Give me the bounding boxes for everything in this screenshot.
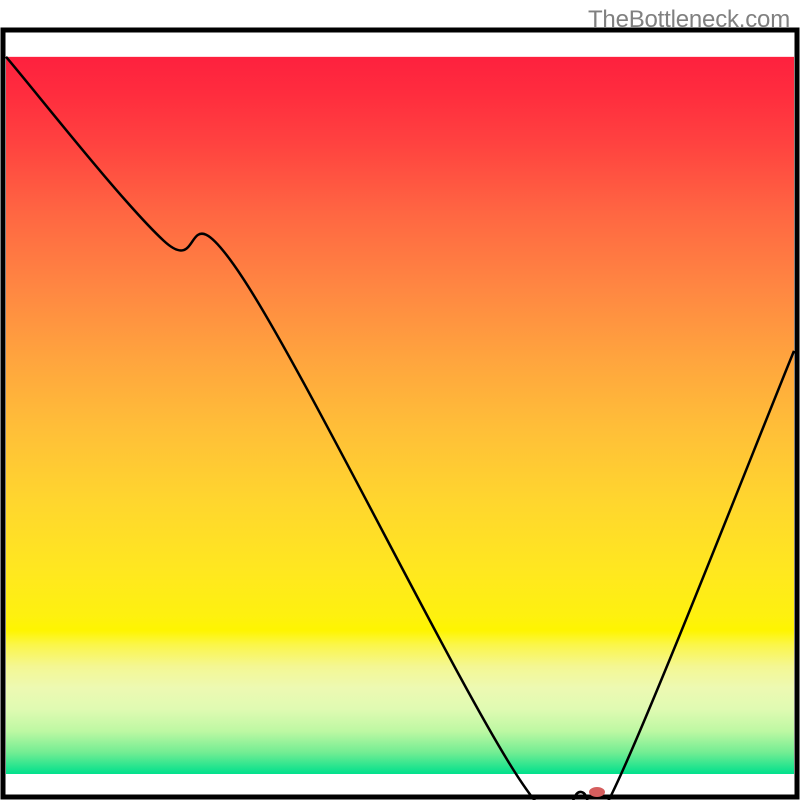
watermark-text: TheBottleneck.com [588, 6, 790, 34]
bottleneck-chart [0, 0, 800, 800]
gradient-background [6, 57, 794, 774]
optimal-marker [589, 787, 605, 797]
chart-container: TheBottleneck.com [0, 0, 800, 800]
